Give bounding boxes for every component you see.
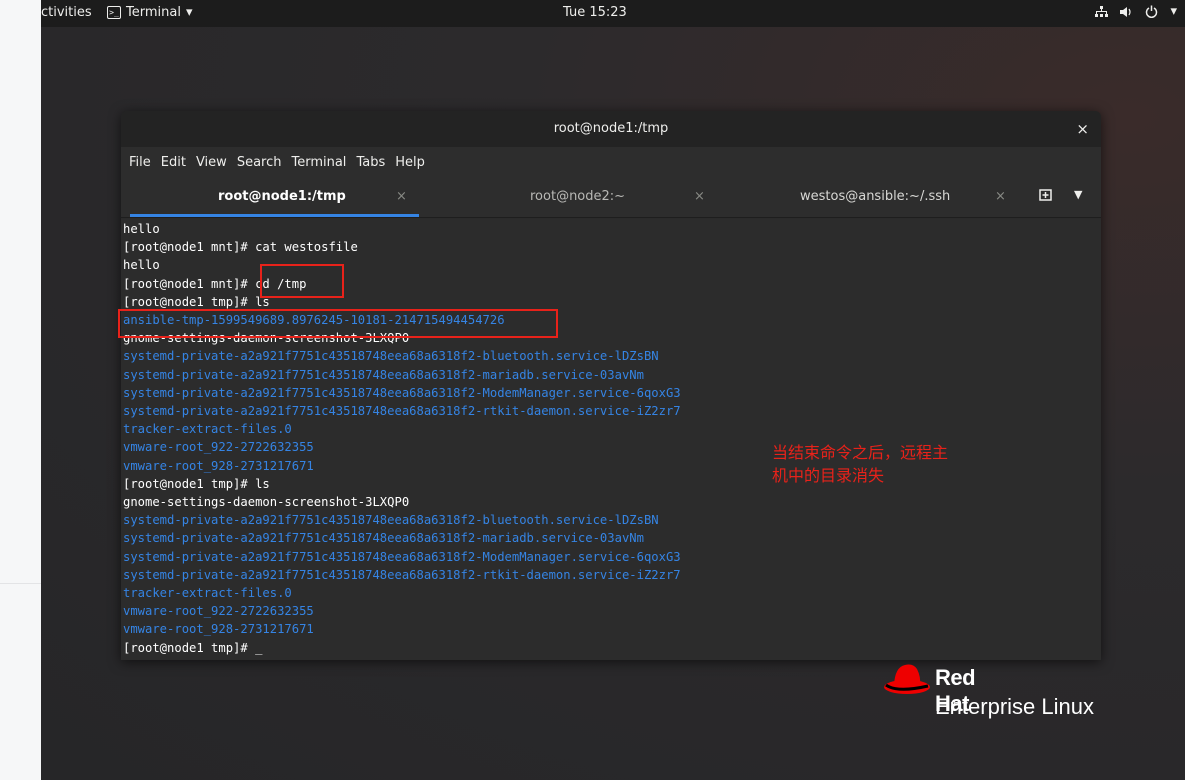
terminal-icon: >_	[107, 6, 121, 19]
terminal-line: vmware-root_922-2722632355	[123, 440, 314, 455]
menu-file[interactable]: File	[129, 155, 151, 170]
terminal-line: tracker-extract-files.0	[123, 422, 292, 437]
terminal-window: root@node1:/tmp × File Edit View Search …	[121, 111, 1101, 660]
app-menu[interactable]: >_ Terminal ▾	[107, 5, 192, 20]
terminal-line: systemd-private-a2a921f7751c43518748eea6…	[123, 349, 659, 364]
close-icon[interactable]: ×	[396, 189, 407, 204]
activities-button[interactable]: ctivities	[41, 5, 92, 20]
top-bar: ctivities >_ Terminal ▾ Tue 15:23 ▾	[41, 0, 1185, 27]
terminal-line: systemd-private-a2a921f7751c43518748eea6…	[123, 549, 681, 564]
menu-tabs[interactable]: Tabs	[356, 155, 385, 170]
system-tray[interactable]: ▾	[1095, 4, 1177, 19]
terminal-line: vmware-root_928-2731217671	[123, 458, 314, 473]
menu-edit[interactable]: Edit	[161, 155, 186, 170]
left-panel	[0, 0, 41, 780]
terminal-line: [root@node1 tmp]# _	[123, 640, 263, 655]
menu-terminal[interactable]: Terminal	[291, 155, 346, 170]
terminal-line: vmware-root_922-2722632355	[123, 604, 314, 619]
close-icon[interactable]: ×	[995, 189, 1006, 204]
tab-node2[interactable]: root@node2:~ ×	[419, 177, 719, 217]
chevron-down-icon[interactable]: ▼	[1074, 188, 1082, 201]
highlight-ansible-tmp	[118, 309, 558, 338]
tab-bar: root@node1:/tmp × root@node2:~ × westos@…	[121, 177, 1101, 218]
tab-label: root@node2:~	[530, 189, 626, 204]
app-menu-label: Terminal	[126, 5, 181, 20]
volume-icon	[1120, 6, 1132, 17]
menu-help[interactable]: Help	[395, 155, 425, 170]
window-titlebar[interactable]: root@node1:/tmp ×	[121, 111, 1101, 147]
active-tab-indicator	[130, 214, 419, 217]
power-icon	[1146, 5, 1158, 18]
highlight-cd-command	[260, 264, 344, 298]
window-title: root@node1:/tmp	[553, 121, 669, 136]
menu-search[interactable]: Search	[237, 155, 282, 170]
terminal-line: hello	[123, 258, 160, 273]
divider	[0, 583, 41, 584]
tab-label: root@node1:/tmp	[218, 189, 346, 204]
redhat-hat-icon	[884, 664, 930, 694]
close-icon[interactable]: ×	[694, 189, 705, 204]
chevron-down-icon: ▾	[185, 5, 193, 20]
menu-bar: File Edit View Search Terminal Tabs Help	[121, 147, 1101, 177]
menu-view[interactable]: View	[196, 155, 227, 170]
terminal-line: gnome-settings-daemon-screenshot-3LXQP0	[123, 495, 410, 509]
terminal-line: tracker-extract-files.0	[123, 586, 292, 600]
network-icon	[1095, 5, 1109, 17]
annotation-note: 当结束命令之后，远程主机中的目录消失	[772, 443, 949, 485]
terminal-line: hello	[123, 222, 160, 236]
terminal-line: [root@node1 mnt]# cat westosfile	[123, 240, 358, 255]
terminal-line: systemd-private-a2a921f7751c43518748eea6…	[123, 404, 681, 418]
terminal-line: systemd-private-a2a921f7751c43518748eea6…	[123, 385, 681, 400]
terminal-line: [root@node1 tmp]# ls	[123, 476, 270, 491]
terminal-line: systemd-private-a2a921f7751c43518748eea6…	[123, 567, 681, 582]
close-icon[interactable]: ×	[1076, 120, 1089, 138]
terminal-line: systemd-private-a2a921f7751c43518748eea6…	[123, 531, 644, 546]
terminal-line: systemd-private-a2a921f7751c43518748eea6…	[123, 367, 644, 382]
new-tab-icon[interactable]	[1039, 188, 1053, 206]
terminal-line: systemd-private-a2a921f7751c43518748eea6…	[123, 513, 659, 528]
redhat-product: Enterprise Linux	[935, 694, 1094, 719]
terminal-line: vmware-root_928-2731217671	[123, 622, 314, 637]
clock[interactable]: Tue 15:23	[563, 5, 627, 20]
tab-node1[interactable]: root@node1:/tmp ×	[130, 177, 419, 217]
chevron-down-icon: ▾	[1170, 4, 1177, 19]
tab-ansible[interactable]: westos@ansible:~/.ssh ×	[719, 177, 1029, 217]
tab-label: westos@ansible:~/.ssh	[800, 189, 951, 204]
